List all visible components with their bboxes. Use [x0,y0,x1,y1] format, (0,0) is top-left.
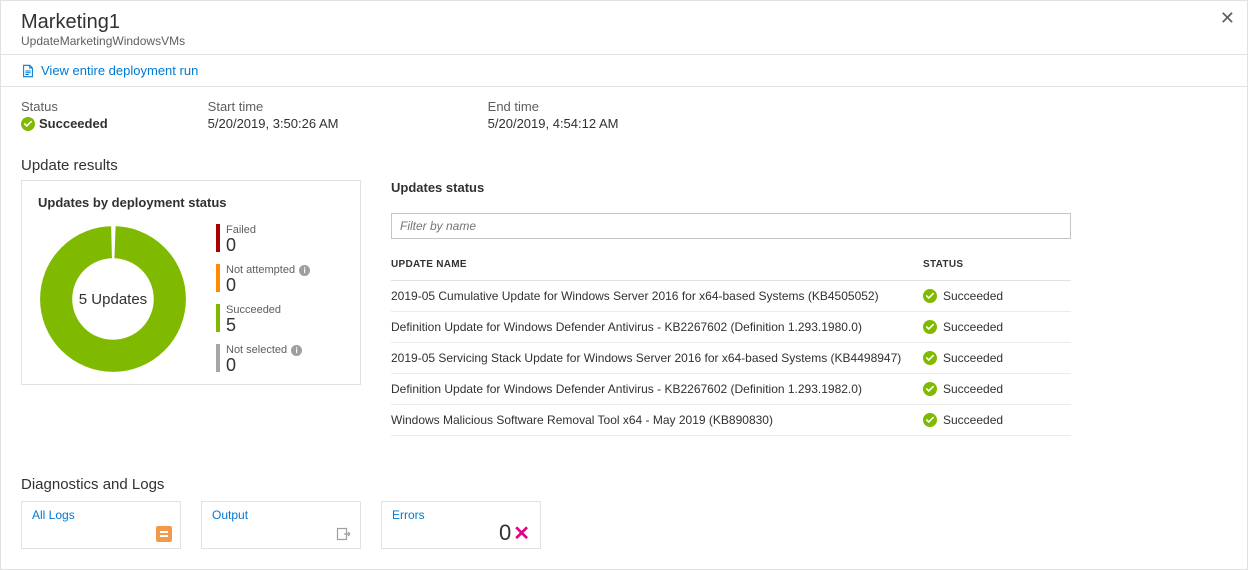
success-icon [21,117,35,131]
chart-row: 5 Updates Failed 0 [38,224,344,374]
deployment-status-card: Updates by deployment status 5 Updates [21,180,361,385]
update-status-cell: Succeeded [923,374,1071,405]
card-title: Updates by deployment status [38,195,344,210]
blade-header: ✕ Marketing1 UpdateMarketingWindowsVMs [1,1,1247,55]
output-card[interactable]: Output [201,501,361,549]
error-x-icon: ✕ [513,521,530,546]
update-name-cell: 2019-05 Servicing Stack Update for Windo… [391,343,923,374]
success-icon [923,413,937,427]
updates-status-section: Updates status UPDATE NAME STATUS 2019-0… [391,180,1071,436]
errors-value-wrap: 0 ✕ [499,520,530,546]
view-deployment-link[interactable]: View entire deployment run [41,63,198,78]
donut-legend: Failed 0 Not attempted i 0 [216,224,310,374]
legend-not-selected: Not selected i 0 [216,344,310,374]
update-status-cell: Succeeded [923,405,1071,436]
success-icon [923,351,937,365]
table-row[interactable]: 2019-05 Servicing Stack Update for Windo… [391,343,1071,374]
update-name-cell: Definition Update for Windows Defender A… [391,374,923,405]
success-icon [923,320,937,334]
legend-not-selected-label: Not selected i [226,344,302,356]
start-time-block: Start time 5/20/2019, 3:50:26 AM [208,99,388,131]
export-icon [336,526,352,542]
errors-count: 0 [499,520,511,546]
legend-not-selected-value: 0 [226,356,302,374]
donut-center-label: 5 Updates [38,224,188,374]
all-logs-card[interactable]: All Logs [21,501,181,549]
start-time-label: Start time [208,99,388,114]
command-bar: View entire deployment run [1,55,1247,87]
status-text: Succeeded [39,116,108,131]
table-row[interactable]: 2019-05 Cumulative Update for Windows Se… [391,281,1071,312]
end-time-label: End time [488,99,619,114]
page-subtitle: UpdateMarketingWindowsVMs [21,34,1227,48]
output-label: Output [212,508,350,522]
legend-color-not-selected [216,344,220,372]
diagnostics-title: Diagnostics and Logs [21,476,1227,493]
legend-not-attempted: Not attempted i 0 [216,264,310,294]
legend-color-failed [216,224,220,252]
status-value: Succeeded [21,116,108,131]
col-update-name[interactable]: UPDATE NAME [391,249,923,281]
update-name-cell: Windows Malicious Software Removal Tool … [391,405,923,436]
info-icon[interactable]: i [291,345,302,356]
diagnostics-cards: All Logs Output Errors [21,501,1227,549]
update-status-cell: Succeeded [923,343,1071,374]
update-name-cell: 2019-05 Cumulative Update for Windows Se… [391,281,923,312]
donut-chart: 5 Updates [38,224,188,374]
table-row[interactable]: Definition Update for Windows Defender A… [391,374,1071,405]
legend-failed: Failed 0 [216,224,310,254]
legend-not-attempted-label: Not attempted i [226,264,310,276]
blade-body: Status Succeeded Start time 5/20/2019, 3… [1,87,1247,569]
update-status-cell: Succeeded [923,281,1071,312]
filter-input[interactable] [391,213,1071,239]
logs-icon [156,526,172,542]
table-row[interactable]: Definition Update for Windows Defender A… [391,312,1071,343]
update-results-title: Update results [21,157,1227,174]
col-status[interactable]: STATUS [923,249,1071,281]
legend-succeeded-value: 5 [226,316,281,334]
update-status-cell: Succeeded [923,312,1071,343]
updates-status-title: Updates status [391,180,1071,195]
legend-failed-value: 0 [226,236,256,254]
updates-table: UPDATE NAME STATUS 2019-05 Cumulative Up… [391,249,1071,436]
end-time-block: End time 5/20/2019, 4:54:12 AM [488,99,619,131]
legend-not-attempted-value: 0 [226,276,310,294]
all-logs-label: All Logs [32,508,170,522]
diagnostics-section: Diagnostics and Logs All Logs Output [21,476,1227,549]
document-icon [21,64,35,78]
end-time-value: 5/20/2019, 4:54:12 AM [488,116,619,131]
status-label: Status [21,99,108,114]
legend-color-not-attempted [216,264,220,292]
legend-succeeded: Succeeded 5 [216,304,310,334]
table-row[interactable]: Windows Malicious Software Removal Tool … [391,405,1071,436]
update-name-cell: Definition Update for Windows Defender A… [391,312,923,343]
status-block: Status Succeeded [21,99,108,131]
errors-card[interactable]: Errors 0 ✕ [381,501,541,549]
success-icon [923,289,937,303]
success-icon [923,382,937,396]
close-icon[interactable]: ✕ [1220,9,1235,27]
page-title: Marketing1 [21,11,1227,34]
blade-panel: ✕ Marketing1 UpdateMarketingWindowsVMs V… [0,0,1248,570]
summary-row: Status Succeeded Start time 5/20/2019, 3… [21,99,1227,131]
results-row: Updates by deployment status 5 Updates [21,180,1227,436]
start-time-value: 5/20/2019, 3:50:26 AM [208,116,388,131]
legend-color-succeeded [216,304,220,332]
info-icon[interactable]: i [299,265,310,276]
